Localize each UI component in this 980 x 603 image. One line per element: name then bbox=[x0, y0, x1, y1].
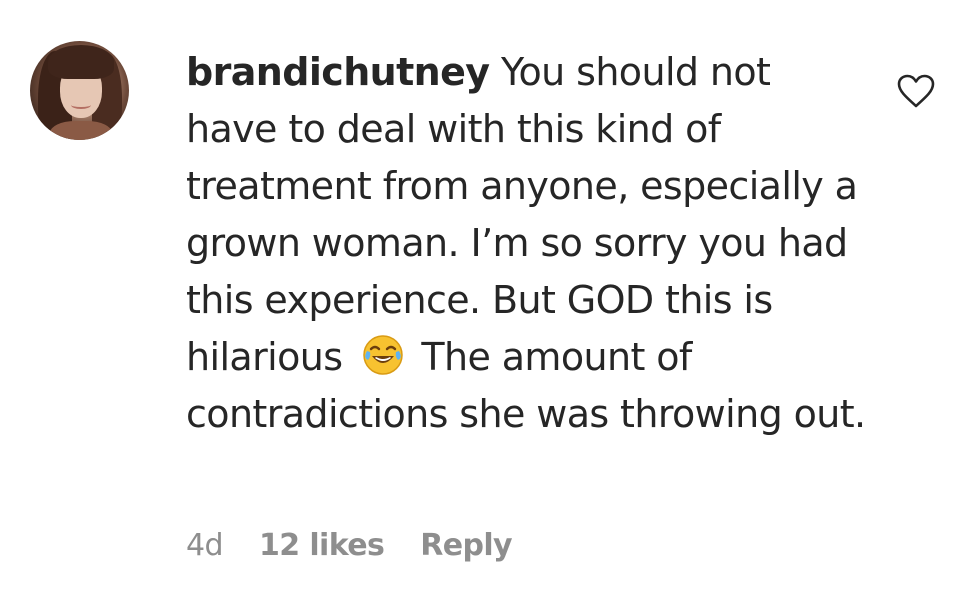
comment: brandichutney You should not have to dea… bbox=[0, 0, 980, 603]
face-with-tears-of-joy-icon bbox=[363, 335, 403, 375]
comment-likes[interactable]: 12 likes bbox=[259, 528, 385, 563]
comment-text-part1: You should not have to deal with this ki… bbox=[186, 50, 858, 379]
reply-button[interactable]: Reply bbox=[420, 528, 512, 563]
heart-outline-icon[interactable] bbox=[896, 73, 936, 109]
avatar-shirt bbox=[50, 121, 112, 140]
avatar-hair-top bbox=[48, 45, 114, 79]
comment-time[interactable]: 4d bbox=[186, 528, 224, 563]
comment-meta: 4d 12 likes Reply bbox=[186, 528, 513, 563]
avatar-smile bbox=[71, 101, 91, 109]
avatar[interactable] bbox=[30, 41, 129, 140]
comment-username[interactable]: brandichutney bbox=[186, 50, 490, 94]
comment-body: brandichutney You should not have to dea… bbox=[186, 44, 866, 443]
